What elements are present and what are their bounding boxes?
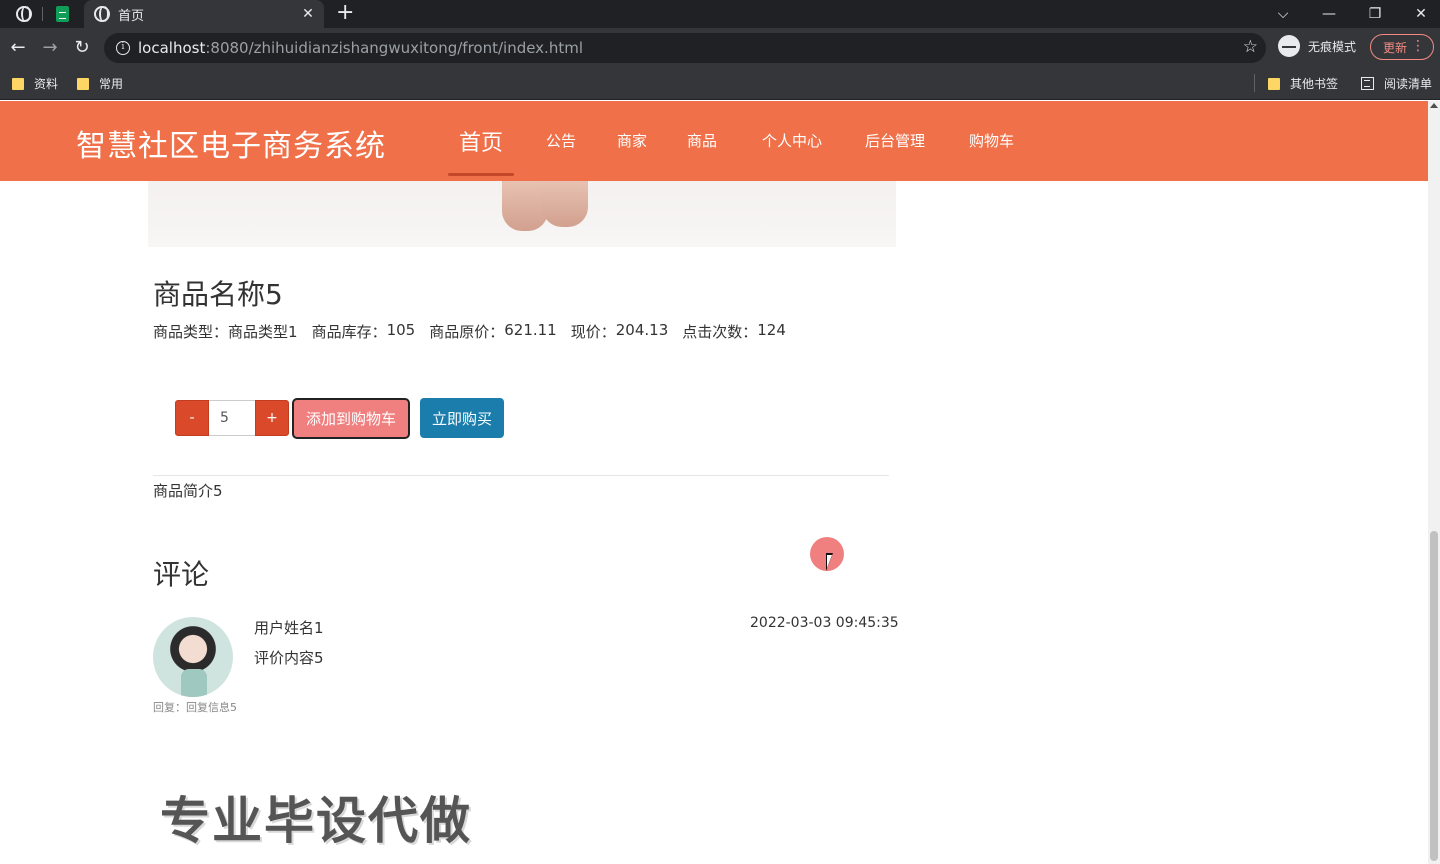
bookmark-star-icon[interactable]: ☆ (1243, 37, 1258, 57)
tab-active[interactable]: 首页 ✕ (84, 0, 324, 28)
buy-now-button[interactable]: 立即购买 (420, 398, 504, 438)
scrollbar-thumb[interactable] (1430, 531, 1438, 861)
pinned-tab-2[interactable] (44, 0, 80, 28)
site-header: 智慧社区电子商务系统 首页 公告 商家 商品 个人中心 后台管理 购物车 (0, 101, 1428, 181)
comment-reply: 回复：回复信息5 (153, 701, 237, 714)
section-divider (153, 475, 889, 476)
product-image (148, 181, 896, 247)
browser-toolbar: ← → ↻ i localhost:8080/zhihuidianzishang… (0, 28, 1440, 68)
url-path: :8080/zhihuidianzishangwuxitong/front/in… (205, 39, 583, 57)
minimize-button[interactable]: — (1306, 0, 1352, 28)
url-host: localhost (138, 39, 206, 57)
reading-list-icon (1361, 77, 1374, 90)
more-menu-icon[interactable]: ⋮ (1411, 39, 1425, 53)
site-info-icon[interactable]: i (116, 41, 130, 55)
globe-icon (94, 6, 110, 22)
bookmark-folder-1[interactable]: 资料 (12, 75, 58, 92)
spreadsheet-icon (55, 6, 69, 22)
comment-content: 评价内容5 (254, 649, 324, 667)
type-label: 商品类型： (153, 323, 229, 341)
close-window-button[interactable]: ✕ (1398, 0, 1440, 28)
bookmarks-bar: 资料 常用 其他书签 阅读清单 (0, 68, 1440, 100)
stock-label: 商品库存： (311, 323, 387, 341)
bookmark-folder-2[interactable]: 常用 (77, 75, 123, 92)
folder-icon (12, 77, 24, 90)
add-to-cart-button[interactable]: 添加到购物车 (292, 398, 410, 439)
quantity-input[interactable] (209, 400, 255, 436)
globe-icon (16, 6, 32, 22)
comment-timestamp: 2022-03-03 09:45:35 (750, 615, 899, 631)
clicks-label: 点击次数： (682, 323, 758, 341)
tab-title: 首页 (118, 8, 145, 24)
nav-products[interactable]: 商品 (687, 130, 717, 151)
quantity-stepper: - + (175, 400, 289, 436)
nav-active-indicator (448, 173, 514, 176)
update-label: 更新 (1383, 40, 1408, 55)
comment-user-name: 用户姓名1 (254, 619, 324, 637)
address-bar[interactable]: i localhost:8080/zhihuidianzishangwuxito… (104, 33, 1266, 63)
clicks-value: 124 (757, 321, 786, 339)
tab-separator (42, 7, 43, 21)
tab-search-icon[interactable]: ⌵ (1260, 0, 1306, 28)
other-bookmarks-label: 其他书签 (1290, 77, 1339, 91)
incognito-label: 无痕模式 (1308, 39, 1357, 54)
incognito-indicator[interactable]: 无痕模式 (1278, 35, 1356, 57)
watermark-text: 专业毕设代做 (160, 792, 472, 850)
original-price-value: 621.11 (504, 321, 557, 339)
price-label: 现价： (570, 323, 616, 341)
incognito-icon (1278, 35, 1300, 57)
original-price-label: 商品原价： (429, 323, 505, 341)
nav-user-center[interactable]: 个人中心 (762, 130, 822, 151)
new-tab-button[interactable]: + (336, 2, 354, 24)
scroll-up-arrow-icon[interactable] (1430, 103, 1438, 108)
reading-list-label: 阅读清单 (1384, 77, 1433, 91)
product-title: 商品名称5 (153, 278, 283, 311)
pinned-tab-1[interactable] (6, 0, 42, 28)
comments-heading: 评论 (153, 558, 210, 591)
nav-admin[interactable]: 后台管理 (865, 130, 925, 151)
page-scrollbar[interactable] (1428, 101, 1440, 864)
other-bookmarks[interactable]: 其他书签 (1268, 75, 1338, 92)
product-meta: 商品类型： 商品类型1 商品库存： 105 商品原价： 621.11 现价： 2… (153, 321, 786, 342)
nav-announcements[interactable]: 公告 (546, 130, 576, 151)
price-value: 204.13 (615, 321, 669, 339)
back-button[interactable]: ← (6, 36, 30, 60)
close-tab-icon[interactable]: ✕ (298, 6, 318, 22)
page-viewport: 智慧社区电子商务系统 首页 公告 商家 商品 个人中心 后台管理 购物车 商品名… (0, 101, 1428, 864)
nav-merchants[interactable]: 商家 (617, 130, 647, 151)
bookmarks-separator (1254, 74, 1255, 92)
folder-icon (1268, 77, 1280, 90)
product-intro: 商品简介5 (153, 482, 223, 500)
type-value: 商品类型1 (228, 323, 298, 341)
shoe-graphic (542, 181, 588, 227)
bookmark-label: 常用 (99, 77, 124, 91)
stock-value: 105 (386, 321, 416, 339)
increase-quantity-button[interactable]: + (255, 400, 289, 436)
restore-button[interactable]: ❐ (1352, 0, 1398, 28)
browser-tab-strip: 首页 ✕ + ⌵ — ❐ ✕ (0, 0, 1440, 28)
reload-button[interactable]: ↻ (70, 36, 94, 60)
nav-home[interactable]: 首页 (459, 125, 503, 157)
update-button[interactable]: 更新 ⋮ (1370, 34, 1434, 60)
avatar (153, 617, 233, 697)
forward-button[interactable]: → (38, 36, 62, 60)
mouse-cursor-icon (826, 553, 833, 571)
reading-list[interactable]: 阅读清单 (1361, 75, 1432, 92)
bookmark-label: 资料 (34, 77, 59, 91)
decrease-quantity-button[interactable]: - (175, 400, 209, 436)
folder-icon (77, 77, 89, 90)
nav-cart[interactable]: 购物车 (969, 130, 1014, 151)
site-brand[interactable]: 智慧社区电子商务系统 (76, 121, 386, 165)
